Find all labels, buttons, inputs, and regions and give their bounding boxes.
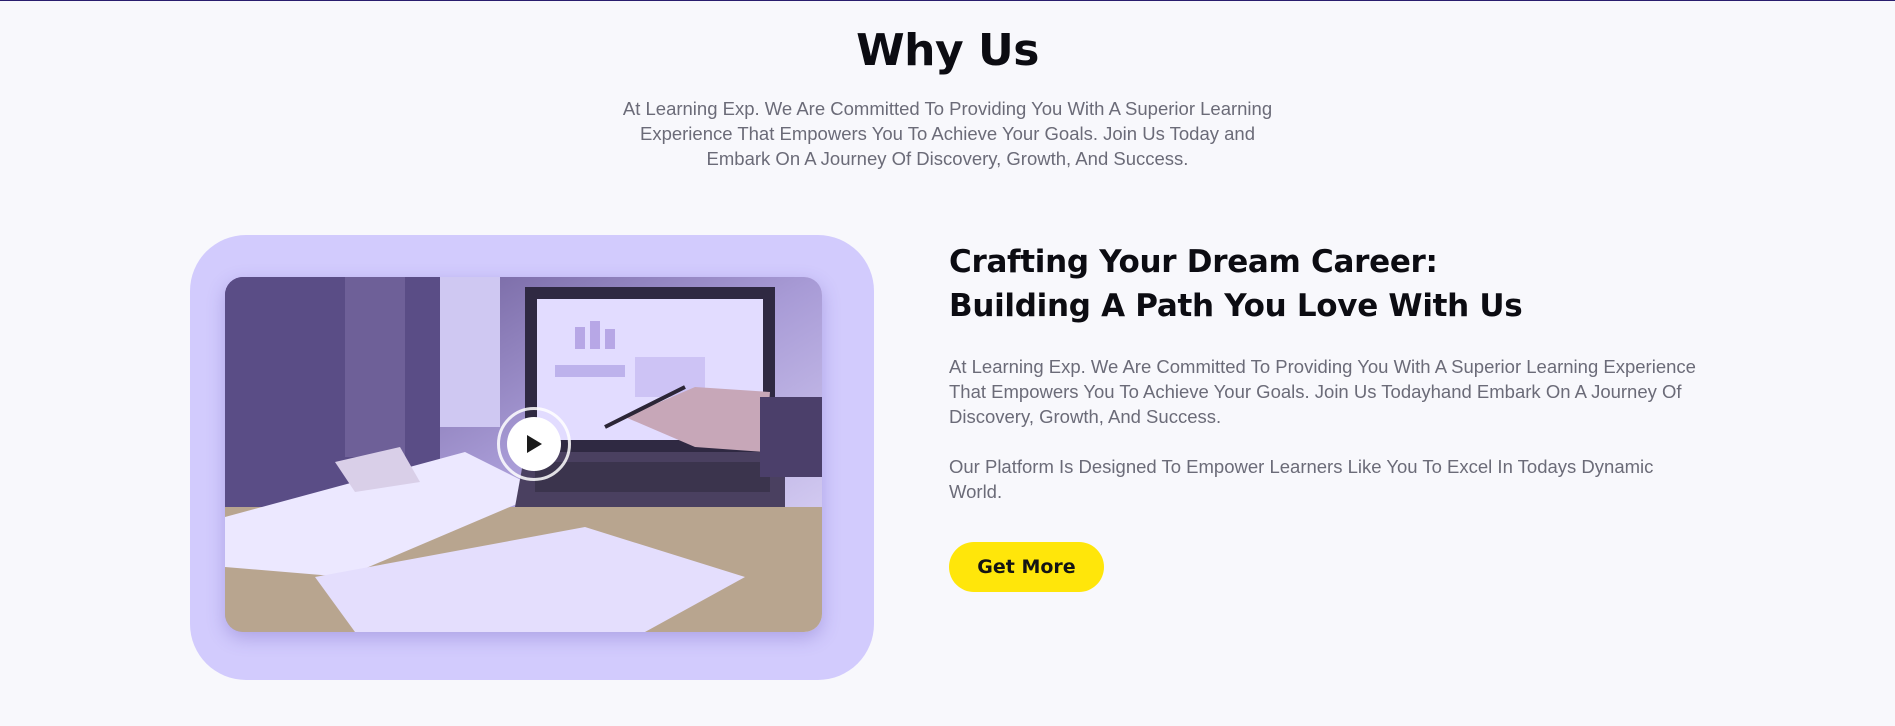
feature-paragraph-1: At Learning Exp. We Are Committed To Pro… — [949, 356, 1696, 427]
why-us-header: Why Us At Learning Exp. We Are Committed… — [0, 22, 1895, 171]
section-description: At Learning Exp. We Are Committed To Pro… — [622, 98, 1273, 169]
section-title: Why Us — [856, 25, 1039, 76]
play-button[interactable] — [497, 407, 571, 481]
feature-title: Crafting Your Dream Career: Building A P… — [949, 240, 1709, 328]
video-thumbnail[interactable] — [225, 277, 822, 632]
play-icon — [527, 435, 542, 453]
feature-paragraph-2: Our Platform Is Designed To Empower Lear… — [949, 456, 1654, 502]
feature-title-line2: Building A Path You Love With Us — [949, 288, 1523, 324]
video-card — [190, 235, 874, 680]
feature-content: Crafting Your Dream Career: Building A P… — [949, 240, 1709, 592]
feature-title-line1: Crafting Your Dream Career: — [949, 244, 1438, 280]
get-more-button[interactable]: Get More — [949, 542, 1104, 592]
top-divider — [0, 0, 1895, 1]
why-us-page: Why Us At Learning Exp. We Are Committed… — [0, 0, 1895, 726]
play-button-inner — [507, 417, 561, 471]
